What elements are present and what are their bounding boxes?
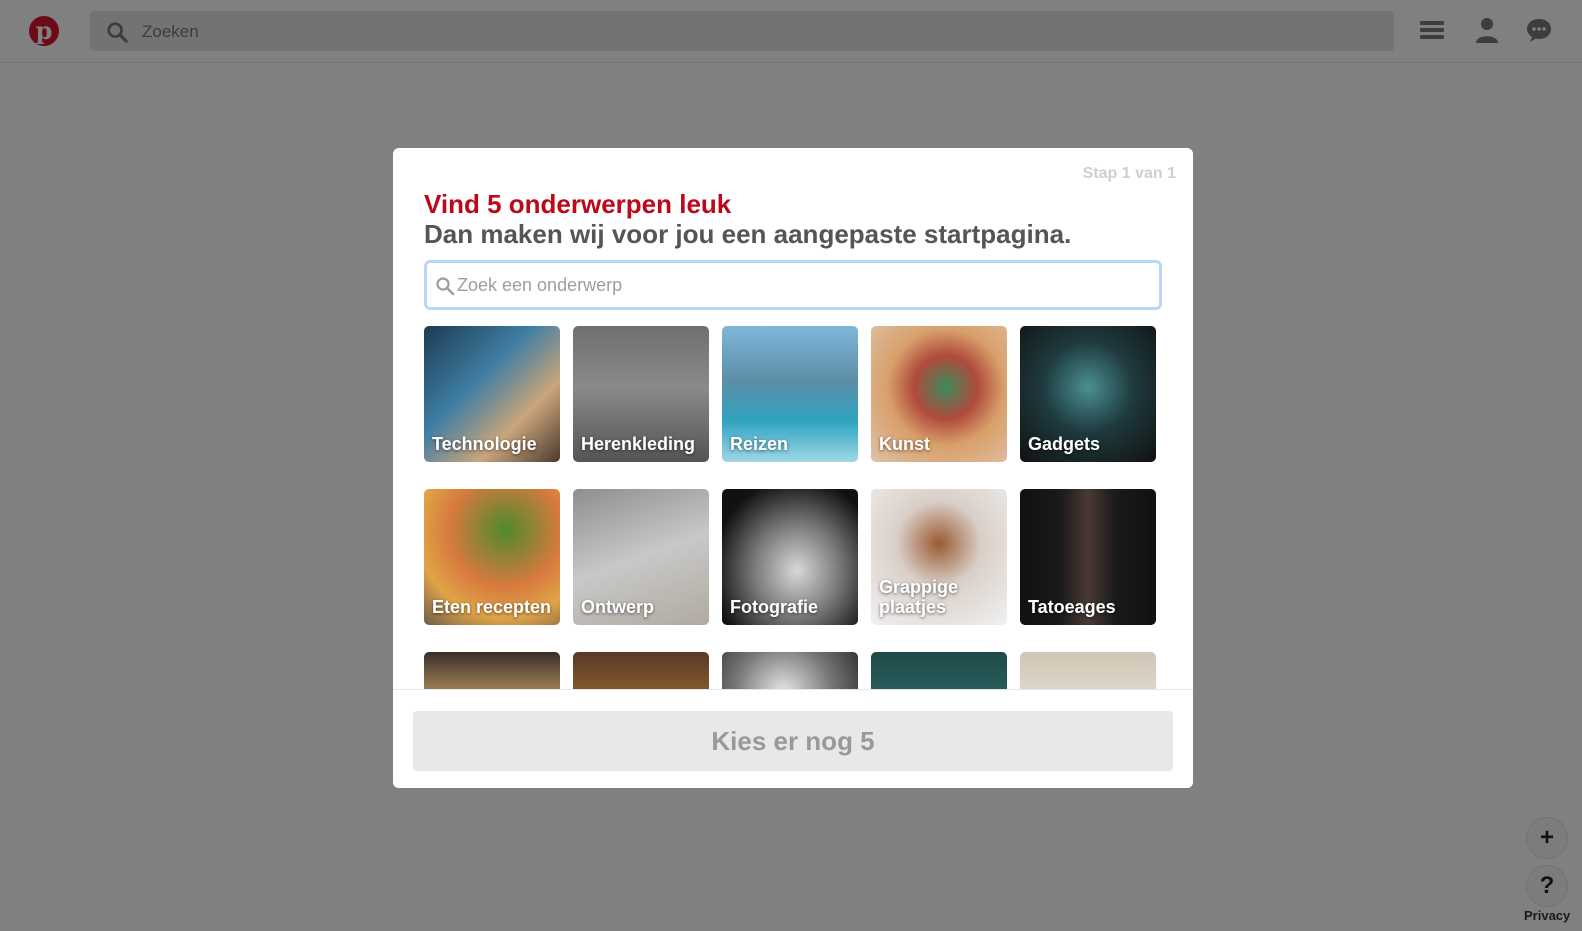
- pinterest-logo[interactable]: p: [29, 16, 59, 46]
- topic-label: Ontwerp: [581, 597, 655, 617]
- topic-tile-tatoeages[interactable]: Tatoeages: [1020, 489, 1156, 625]
- plus-icon: +: [1539, 824, 1554, 851]
- add-pin-button[interactable]: +: [1527, 818, 1567, 858]
- search-icon: [107, 22, 128, 43]
- help-icon: ?: [1539, 872, 1555, 899]
- topic-tile-eten-recepten[interactable]: Eten recepten: [424, 489, 560, 625]
- topic-search-input[interactable]: Zoek een onderwerp: [424, 260, 1162, 310]
- help-button[interactable]: ?: [1527, 866, 1567, 906]
- topic-tile-ontwerp[interactable]: Ontwerp: [573, 489, 709, 625]
- top-header: p Zoeken: [0, 0, 1582, 63]
- modal-subtitle: Dan maken wij voor jou een aangepaste st…: [424, 219, 1072, 249]
- topic-label: Herenkleding: [581, 434, 696, 454]
- topic-tile-reizen[interactable]: Reizen: [722, 326, 858, 462]
- menu-icon[interactable]: [1418, 16, 1446, 44]
- global-search-bar[interactable]: Zoeken: [90, 11, 1394, 51]
- topic-tile-technologie[interactable]: Technologie: [424, 326, 560, 462]
- profile-icon[interactable]: [1473, 16, 1501, 44]
- global-search-placeholder: Zoeken: [142, 22, 199, 41]
- topic-tile-herenkleding[interactable]: Herenkleding: [573, 326, 709, 462]
- topic-label: Technologie: [432, 434, 537, 454]
- privacy-link[interactable]: Privacy: [1524, 908, 1570, 923]
- search-icon: [436, 277, 455, 296]
- choose-more-button[interactable]: Kies er nog 5: [413, 711, 1173, 771]
- topic-tile-grappige-plaatjes[interactable]: Grappige plaatjes: [871, 489, 1007, 625]
- topic-label: Reizen: [730, 434, 789, 454]
- topic-label: Grappige plaatjes: [879, 577, 959, 617]
- step-indicator: Stap 1 van 1: [1082, 165, 1176, 182]
- messages-icon[interactable]: [1525, 16, 1553, 44]
- modal-footer: Kies er nog 5: [393, 689, 1193, 788]
- topic-search-placeholder: Zoek een onderwerp: [457, 275, 623, 295]
- topic-tile-kunst[interactable]: Kunst: [871, 326, 1007, 462]
- topic-picker-modal: Stap 1 van 1 Vind 5 onderwerpen leuk Dan…: [393, 148, 1193, 788]
- topic-label: Eten recepten: [432, 597, 552, 617]
- modal-title: Vind 5 onderwerpen leuk: [424, 189, 732, 219]
- topic-tile-gadgets[interactable]: Gadgets: [1020, 326, 1156, 462]
- topic-label: Gadgets: [1028, 434, 1101, 454]
- topic-tile-fotografie[interactable]: Fotografie: [722, 489, 858, 625]
- topic-label: Fotografie: [730, 597, 818, 617]
- topic-label: Kunst: [879, 434, 930, 454]
- topic-label: Tatoeages: [1028, 597, 1116, 617]
